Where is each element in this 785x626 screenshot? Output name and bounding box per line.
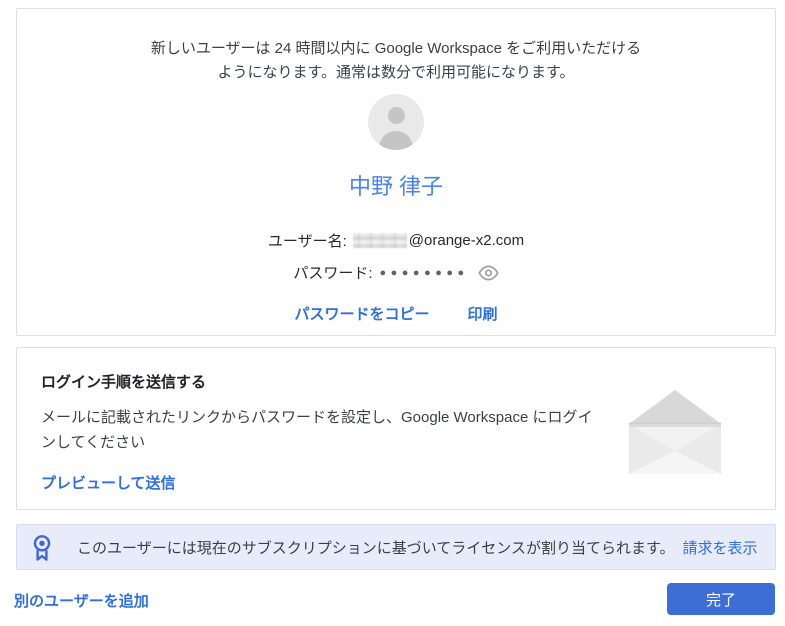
send-instructions-card: ログイン手順を送信する メールに記載されたリンクからパスワードを設定し、Goog… [16, 347, 776, 510]
password-label: パスワード: [293, 262, 372, 283]
preview-and-send-link[interactable]: プレビューして送信 [41, 472, 176, 493]
add-user-confirmation-page: { "colors": { "link_blue": "#2f6fe0", "u… [0, 0, 785, 626]
username-row: ユーザー名: @orange-x2.com [17, 230, 775, 251]
done-button[interactable]: 完了 [667, 583, 775, 615]
avatar [368, 94, 424, 150]
license-banner-message: このユーザーには現在のサブスクリプションに基づいてライセンスが割り当てられます。 [77, 537, 674, 558]
password-row: パスワード: ●●●●●●●● [17, 262, 775, 283]
avatar-person-icon [388, 107, 405, 124]
copy-password-link[interactable]: パスワードをコピー [294, 303, 429, 324]
open-envelope-icon [628, 389, 722, 475]
print-link[interactable]: 印刷 [468, 303, 498, 324]
password-action-links: パスワードをコピー 印刷 [17, 303, 775, 324]
show-password-eye-icon[interactable] [478, 265, 499, 281]
send-instructions-body: メールに記載されたリンクからパスワードを設定し、Google Workspace… [41, 405, 593, 455]
view-billing-link[interactable]: 請求を表示 [682, 537, 757, 558]
provisioning-notice: 新しいユーザーは 24 時間以内に Google Workspace をご利用い… [150, 37, 642, 85]
username-domain: @orange-x2.com [409, 232, 524, 249]
redacted-username [353, 233, 407, 248]
add-another-user-link[interactable]: 別のユーザーを追加 [14, 590, 149, 611]
avatar-person-icon-torso [379, 131, 413, 150]
license-badge-icon [33, 534, 51, 561]
masked-password: ●●●●●●●● [380, 264, 469, 281]
license-banner: このユーザーには現在のサブスクリプションに基づいてライセンスが割り当てられます。… [16, 524, 776, 570]
username-label: ユーザー名: [268, 230, 347, 251]
new-user-name: 中野 律子 [17, 169, 775, 201]
new-user-summary-card: 新しいユーザーは 24 時間以内に Google Workspace をご利用い… [16, 8, 776, 336]
